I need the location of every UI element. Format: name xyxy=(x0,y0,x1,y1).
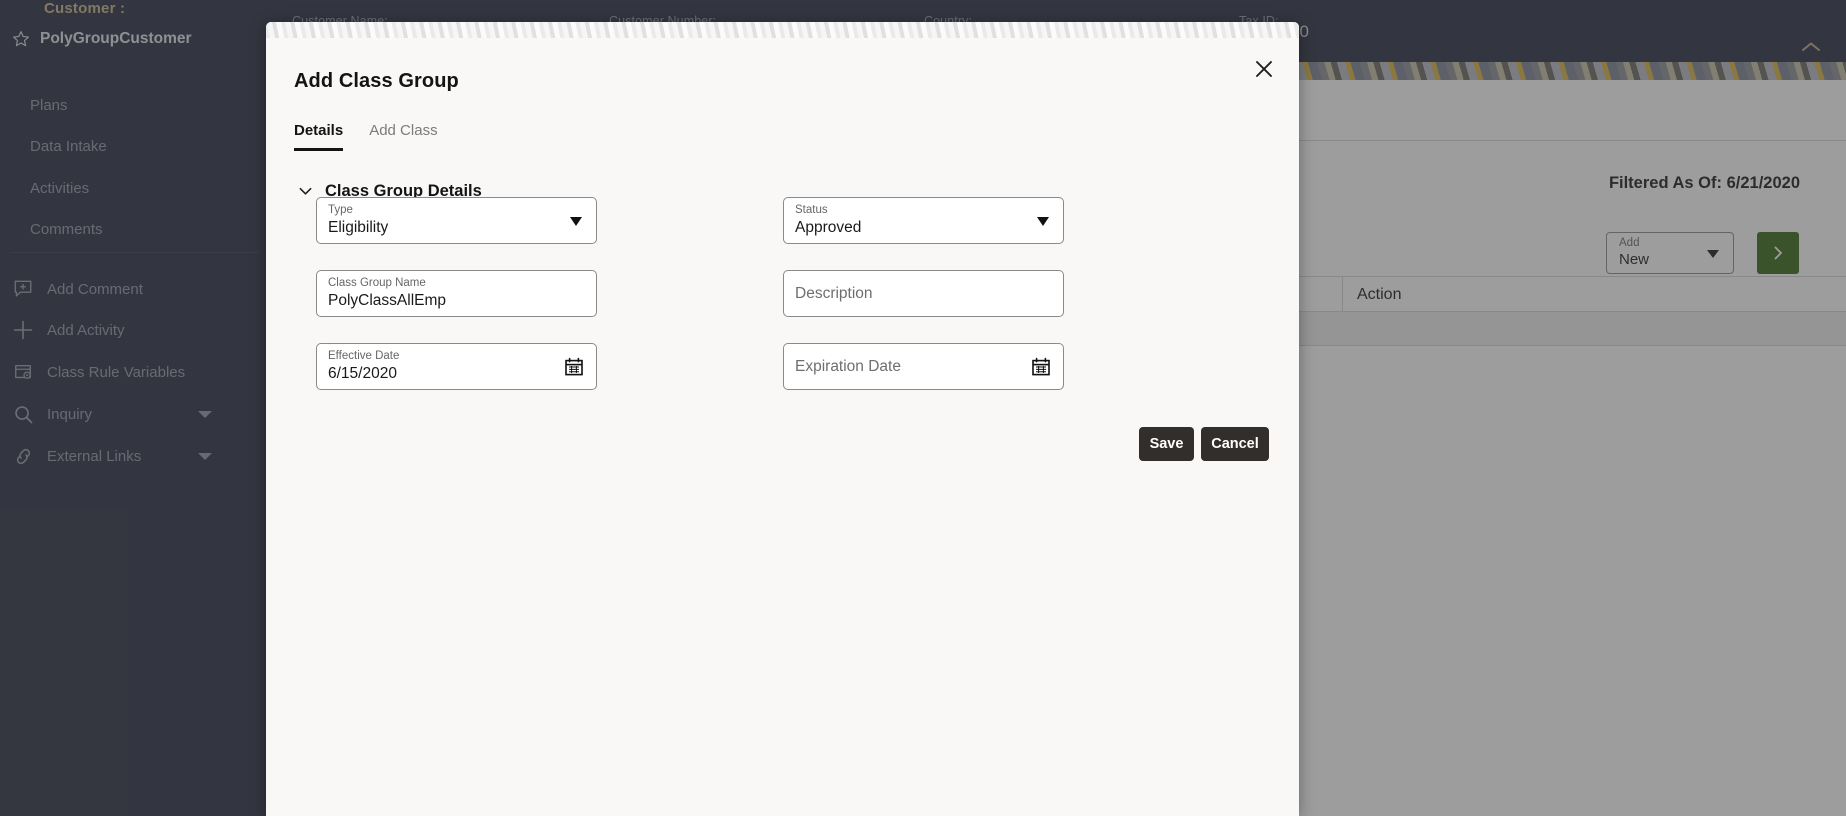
application-root: Filtered As Of: 6/21/2020 Add New Action… xyxy=(0,0,1846,816)
modal-top-texture xyxy=(266,22,1299,38)
modal-tabs: Details Add Class xyxy=(294,122,438,151)
save-button[interactable]: Save xyxy=(1139,427,1194,461)
type-select[interactable]: Type Eligibility xyxy=(316,197,597,244)
class-group-name-label: Class Group Name xyxy=(328,277,426,289)
chevron-down-icon[interactable] xyxy=(1037,217,1049,226)
expiration-date-input[interactable]: Expiration Date xyxy=(783,343,1064,390)
class-group-name-input[interactable]: Class Group Name PolyClassAllEmp xyxy=(316,270,597,317)
calendar-icon[interactable] xyxy=(564,357,584,377)
status-select-value: Approved xyxy=(795,219,862,236)
effective-date-value: 6/15/2020 xyxy=(328,365,397,382)
chevron-down-icon xyxy=(298,184,313,199)
chevron-down-icon[interactable] xyxy=(570,217,582,226)
add-class-group-modal: Add Class Group Details Add Class Class … xyxy=(266,22,1299,816)
tab-add-class[interactable]: Add Class xyxy=(369,122,437,151)
class-group-name-value: PolyClassAllEmp xyxy=(328,292,447,309)
status-select-label: Status xyxy=(795,204,828,216)
calendar-icon[interactable] xyxy=(1031,357,1051,377)
description-input[interactable]: Description xyxy=(783,270,1064,317)
effective-date-input[interactable]: Effective Date 6/15/2020 xyxy=(316,343,597,390)
description-placeholder: Description xyxy=(795,285,873,302)
type-select-label: Type xyxy=(328,204,353,216)
modal-title: Add Class Group xyxy=(294,70,459,92)
type-select-value: Eligibility xyxy=(328,219,389,236)
effective-date-label: Effective Date xyxy=(328,350,400,362)
close-icon[interactable] xyxy=(1251,56,1277,82)
expiration-date-placeholder: Expiration Date xyxy=(795,358,901,375)
tab-details[interactable]: Details xyxy=(294,122,344,151)
status-select[interactable]: Status Approved xyxy=(783,197,1064,244)
cancel-button[interactable]: Cancel xyxy=(1201,427,1269,461)
